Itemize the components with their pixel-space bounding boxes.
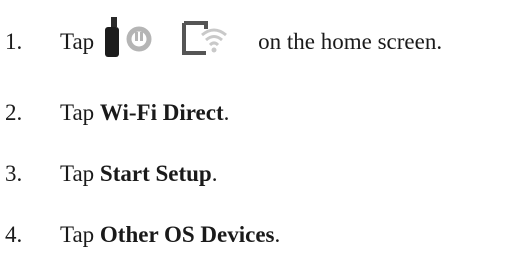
menu-item-start-setup: Start Setup bbox=[99, 161, 212, 186]
step-suffix: . bbox=[274, 222, 281, 247]
step-text: Tap Other OS Devices . bbox=[60, 222, 280, 248]
step-prefix: Tap bbox=[60, 222, 100, 247]
step-prefix: Tap bbox=[60, 29, 95, 54]
step-text: Tap Start Setup . bbox=[60, 161, 217, 187]
instruction-steps: 1. Tap on the home screen. 2. Tap Wi-Fi … bbox=[0, 0, 513, 269]
wifi-direct-icon bbox=[180, 17, 240, 67]
step-prefix: Tap bbox=[60, 161, 100, 186]
step-number: 2. bbox=[5, 100, 23, 125]
step-suffix: . bbox=[223, 100, 230, 125]
step-text: Tap Wi-Fi Direct . bbox=[60, 100, 229, 126]
wifi-signal-icon bbox=[102, 17, 158, 67]
step-number: 1. bbox=[5, 29, 23, 54]
step-1: 1. Tap on the home screen. bbox=[0, 17, 513, 67]
step-number: 4. bbox=[5, 222, 23, 247]
step-number: 3. bbox=[5, 161, 23, 186]
step-suffix: . bbox=[211, 161, 218, 186]
menu-item-other-os-devices: Other OS Devices bbox=[99, 222, 275, 247]
menu-item-wifi-direct: Wi-Fi Direct bbox=[99, 100, 224, 125]
step-text: Tap on the home screen. bbox=[60, 17, 442, 67]
step-prefix: Tap bbox=[60, 100, 100, 125]
step-suffix: on the home screen. bbox=[258, 29, 443, 54]
